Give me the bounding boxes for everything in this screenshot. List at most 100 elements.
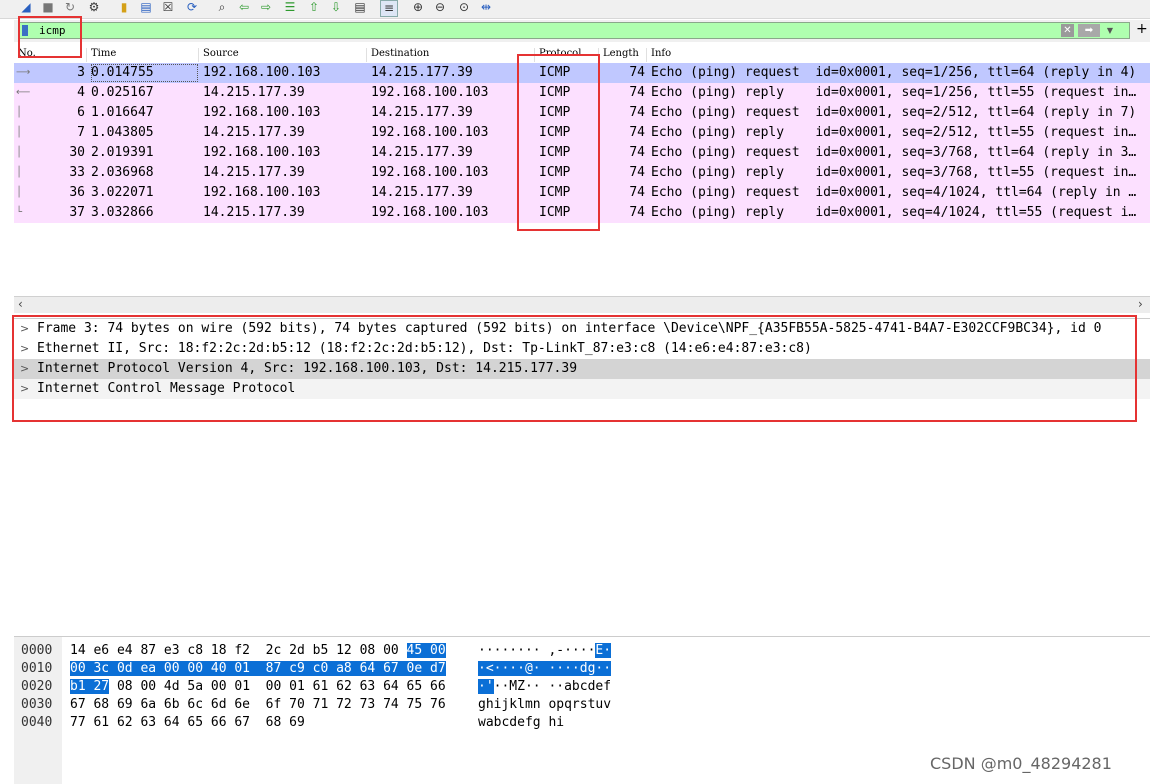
column-header-length[interactable]: Length (598, 48, 645, 62)
packet-info: Echo (ping) request id=0x0001, seq=1/256… (651, 65, 1137, 80)
display-filter-input[interactable]: icmp ✕ ➡ ▼ (18, 22, 1130, 39)
packet-length: 74 (629, 65, 645, 80)
zoom-out-icon[interactable]: ⊖ (432, 0, 448, 15)
packet-time: 2.036968 (91, 165, 154, 180)
packet-source: 14.215.177.39 (203, 125, 305, 140)
chevron-left-icon[interactable]: ‹ (18, 297, 23, 312)
find-icon[interactable]: ⌕ (214, 0, 230, 15)
packet-source: 192.168.100.103 (203, 145, 321, 160)
packet-info: Echo (ping) reply id=0x0001, seq=2/512, … (651, 125, 1137, 140)
packet-length: 74 (629, 85, 645, 100)
packet-source: 192.168.100.103 (203, 185, 321, 200)
packet-list-hscrollbar[interactable]: ‹ › (14, 296, 1150, 313)
packet-destination: 14.215.177.39 (371, 145, 473, 160)
chevron-right-icon[interactable]: › (1138, 297, 1143, 312)
bytes-hex: 77 61 62 63 64 65 66 67 68 69 (70, 715, 305, 730)
packet-destination: 192.168.100.103 (371, 165, 489, 180)
bytes-ascii: ·<····@· ····dg·· (478, 661, 612, 676)
packet-length: 74 (629, 205, 645, 220)
packet-info: Echo (ping) reply id=0x0001, seq=3/768, … (651, 165, 1137, 180)
watermark: CSDN @m0_48294281 (930, 754, 1112, 773)
bytes-ascii: ········ ,-····E· (478, 643, 612, 658)
packet-destination: 192.168.100.103 (371, 85, 489, 100)
packet-time: 2.019391 (91, 145, 154, 160)
annotation-box-protocol (517, 54, 600, 231)
packet-length: 74 (629, 185, 645, 200)
column-header-destination[interactable]: Destination (366, 48, 533, 62)
restart-icon[interactable]: ↻ (62, 0, 78, 15)
packet-time: 0.025167 (91, 85, 154, 100)
reload-icon[interactable]: ⟳ (184, 0, 200, 15)
colorize-icon[interactable]: ≡ (380, 0, 398, 17)
packet-no: 36 (69, 185, 85, 200)
bytes-ascii: ·'··MZ·· ··abcdef (478, 679, 612, 694)
column-header-source[interactable]: Source (198, 48, 365, 62)
packet-time: 1.016647 (91, 105, 154, 120)
apply-filter-icon[interactable]: ➡ (1078, 24, 1100, 37)
packet-destination: 14.215.177.39 (371, 65, 473, 80)
annotation-box-filter (18, 16, 82, 58)
bytes-hex: 67 68 69 6a 6b 6c 6d 6e 6f 70 71 72 73 7… (70, 697, 446, 712)
back-icon[interactable]: ⇦ (236, 0, 252, 15)
packet-source: 14.215.177.39 (203, 85, 305, 100)
packet-info: Echo (ping) reply id=0x0001, seq=1/256, … (651, 85, 1137, 100)
bytes-hex: 14 e6 e4 87 e3 c8 18 f2 2c 2d b5 12 08 0… (70, 643, 446, 658)
column-header-info[interactable]: Info (646, 48, 1141, 62)
resize-columns-icon[interactable]: ⇹ (478, 0, 494, 15)
packet-no: 4 (77, 85, 85, 100)
packet-length: 74 (629, 165, 645, 180)
zoom-normal-icon[interactable]: ⊙ (456, 0, 472, 15)
save-file-icon[interactable]: ▤ (138, 0, 154, 15)
packet-source: 192.168.100.103 (203, 65, 321, 80)
autoscroll-icon[interactable]: ▤ (352, 0, 368, 15)
bytes-offset: 0000 (21, 643, 53, 658)
packet-no: 37 (69, 205, 85, 220)
packet-info: Echo (ping) request id=0x0001, seq=3/768… (651, 145, 1137, 160)
add-filter-button-icon[interactable]: + (1136, 22, 1148, 37)
bytes-offset: 0020 (21, 679, 53, 694)
packet-no: 33 (69, 165, 85, 180)
packet-source: 14.215.177.39 (203, 205, 305, 220)
clear-filter-icon[interactable]: ✕ (1061, 24, 1074, 37)
packet-time: 0.014755 (90, 63, 199, 83)
packet-time: 3.022071 (91, 185, 154, 200)
packet-no: 30 (69, 145, 85, 160)
goto-icon[interactable]: ☰ (282, 0, 298, 15)
bytes-hex: 00 3c 0d ea 00 00 40 01 87 c9 c0 a8 64 6… (70, 661, 446, 676)
packet-length: 74 (629, 125, 645, 140)
bytes-hex: b1 27 08 00 4d 5a 00 01 00 01 61 62 63 6… (70, 679, 446, 694)
packet-source: 192.168.100.103 (203, 105, 321, 120)
packet-no: 6 (77, 105, 85, 120)
packet-time: 1.043805 (91, 125, 154, 140)
bytes-offset: 0010 (21, 661, 53, 676)
open-file-icon[interactable]: ▮ (116, 0, 132, 15)
packet-length: 74 (629, 145, 645, 160)
bytes-ascii: wabcdefg hi (478, 715, 565, 730)
packet-no: 3 (77, 65, 85, 80)
packet-destination: 14.215.177.39 (371, 185, 473, 200)
first-icon[interactable]: ⇧ (306, 0, 322, 15)
zoom-in-icon[interactable]: ⊕ (410, 0, 426, 15)
display-filter-bar: icmp ✕ ➡ ▼ + (14, 20, 1150, 42)
chevron-down-icon[interactable]: ▼ (1104, 24, 1116, 37)
column-header-time[interactable]: Time (86, 48, 197, 62)
packet-no: 7 (77, 125, 85, 140)
packet-source: 14.215.177.39 (203, 165, 305, 180)
packet-length: 74 (629, 105, 645, 120)
packet-info: Echo (ping) reply id=0x0001, seq=4/1024,… (651, 205, 1137, 220)
shark-fin-start-icon[interactable]: ◢ (18, 0, 34, 15)
bytes-offset: 0030 (21, 697, 53, 712)
stop-icon[interactable]: ■ (40, 0, 56, 15)
bytes-ascii: ghijklmn opqrstuv (478, 697, 612, 712)
last-icon[interactable]: ⇩ (328, 0, 344, 15)
packet-info: Echo (ping) request id=0x0001, seq=4/102… (651, 185, 1137, 200)
main-toolbar: ◢ ■ ↻ ⚙ ▮ ▤ ☒ ⟳ ⌕ ⇦ ⇨ ☰ ⇧ ⇩ ▤ ≡ ⊕ ⊖ ⊙ ⇹ (0, 0, 1150, 19)
forward-icon[interactable]: ⇨ (258, 0, 274, 15)
packet-destination: 192.168.100.103 (371, 205, 489, 220)
options-icon[interactable]: ⚙ (86, 0, 102, 15)
packet-info: Echo (ping) request id=0x0001, seq=2/512… (651, 105, 1137, 120)
packet-destination: 14.215.177.39 (371, 105, 473, 120)
close-file-icon[interactable]: ☒ (160, 0, 176, 15)
bytes-offset: 0040 (21, 715, 53, 730)
packet-time: 3.032866 (91, 205, 154, 220)
